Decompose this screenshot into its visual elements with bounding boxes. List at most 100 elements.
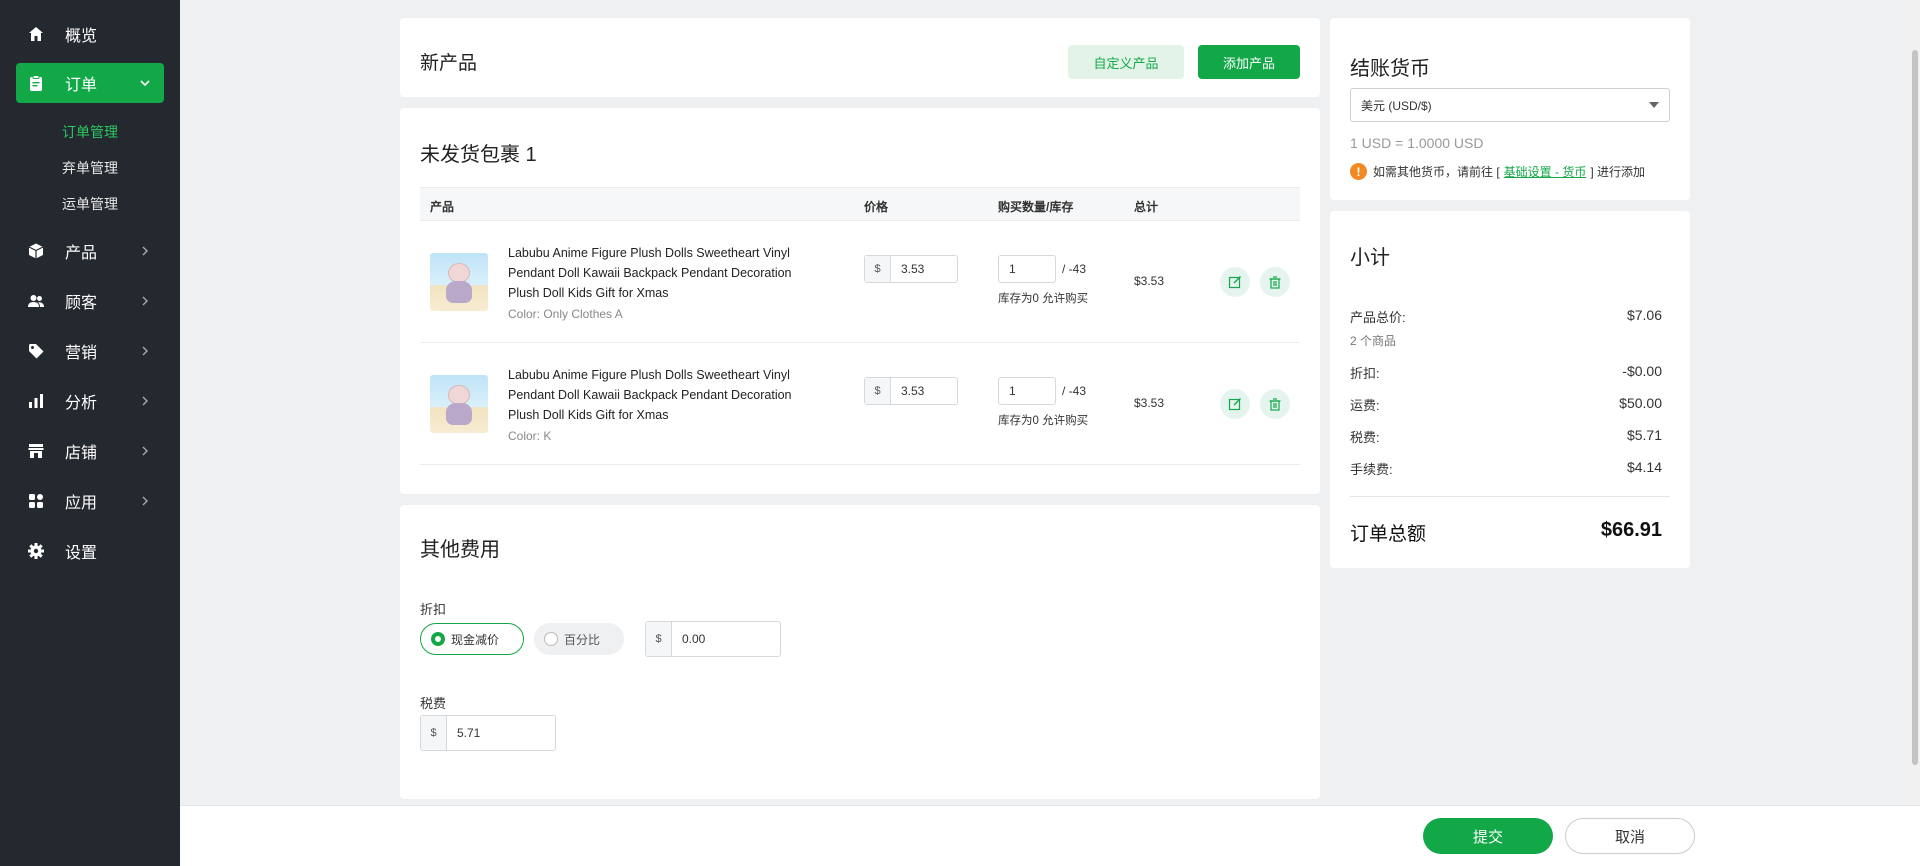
col-product: 产品 [430,200,455,214]
quantity-value: 1 [1009,384,1016,398]
quantity-value: 1 [1009,262,1016,276]
product-total-row: 产品总价: $7.06 [1350,307,1662,326]
col-price: 价格 [864,200,889,214]
edit-icon [1228,398,1241,411]
delete-button[interactable] [1260,389,1290,419]
nav-products[interactable]: 产品 [16,231,164,271]
chevron-right-icon [142,296,148,306]
currency-select[interactable]: 美元 (USD/$) [1350,88,1670,122]
nav-orders[interactable]: 订单 [16,63,164,103]
order-total-value: $66.91 [1600,519,1662,541]
price-input[interactable]: $ 3.53 [864,255,958,283]
chevron-down-icon [140,80,150,87]
fee-row: 手续费: $4.14 [1350,459,1662,478]
sidebar: 概览 订单 订单管理 弃单管理 运单管理 产品 顾客 营销 分析 店铺 应用 设… [0,0,180,866]
submit-button[interactable]: 提交 [1423,818,1553,854]
radio-percent[interactable]: 百分比 [534,623,624,655]
nav-apps[interactable]: 应用 [16,481,164,521]
price-value: 3.53 [901,384,925,398]
quantity-input[interactable]: 1 [998,255,1056,283]
nav-overview[interactable]: 概览 [16,14,164,54]
exchange-rate: 1 USD = 1.0000 USD [1350,135,1484,151]
nav-settings[interactable]: 设置 [16,531,164,571]
nav-apps-label: 应用 [65,495,98,512]
nav-customers-label: 顾客 [65,295,98,312]
unshipped-package-card: 未发货包裹 1 产品 价格 购买数量/库存 总计 Labubu Anime Fi… [400,108,1320,494]
radio-percent-label: 百分比 [564,632,601,647]
currency-prefix: $ [865,256,891,282]
stock-count: / -43 [1062,384,1087,398]
radio-unchecked-icon [544,632,558,646]
nav-analytics-label: 分析 [65,395,98,412]
package-title: 未发货包裹 1 [420,144,537,166]
currency-prefix: $ [421,716,447,750]
checkout-currency-card: 结账货币 美元 (USD/$) 1 USD = 1.0000 USD ! 如需其… [1330,18,1690,200]
nav-orders-label: 订单 [65,77,98,94]
stock-note: 库存为0 允许购买 [998,293,1089,305]
product-name[interactable]: Labubu Anime Figure Plush Dolls Sweethea… [508,243,808,303]
fee-label: 手续费: [1350,462,1393,477]
nav-overview-label: 概览 [65,28,98,45]
home-icon [27,25,45,43]
currency-note: ! 如需其他货币，请前往 [ 基础设置 - 货币 ] 进行添加 [1350,163,1645,180]
delete-button[interactable] [1260,267,1290,297]
caret-down-icon [1649,102,1659,108]
nav-settings-label: 设置 [65,545,98,562]
shipping-row: 运费: $50.00 [1350,395,1662,414]
box-icon [27,242,45,260]
custom-product-button[interactable]: 自定义产品 [1068,45,1184,79]
currency-settings-link[interactable]: 基础设置 - 货币 [1504,163,1587,180]
currency-prefix: $ [865,378,891,404]
col-qty-stock: 购买数量/库存 [998,200,1074,214]
product-variant: Color: K [508,429,552,443]
discount-value: -$0.00 [1622,363,1662,379]
sub-abandoned-orders[interactable]: 弃单管理 [62,158,118,178]
cancel-button[interactable]: 取消 [1565,818,1695,854]
clipboard-icon [27,74,45,92]
scrollbar[interactable] [1910,0,1920,805]
nav-marketing-label: 营销 [65,345,98,362]
note-suffix: ] 进行添加 [1590,165,1646,179]
edit-button[interactable] [1220,267,1250,297]
other-fees-card: 其他费用 折扣 现金减价 百分比 $ 0.00 税费 $ 5.71 [400,505,1320,799]
apps-icon [27,492,45,510]
chevron-right-icon [142,246,148,256]
fee-value: $4.14 [1626,459,1662,475]
col-total: 总计 [1134,200,1159,214]
new-product-title: 新产品 [420,53,478,74]
nav-store-label: 店铺 [65,445,98,462]
store-icon [27,442,45,460]
divider [1350,496,1670,497]
quantity-input[interactable]: 1 [998,377,1056,405]
discount-label: 折扣: [1350,366,1380,381]
tax-label: 税费 [420,696,447,711]
add-product-button[interactable]: 添加产品 [1198,45,1300,79]
product-image [430,253,488,311]
stock-note: 库存为0 允许购买 [998,415,1089,427]
radio-cash-label: 现金减价 [451,632,500,647]
discount-row: 折扣: -$0.00 [1350,363,1662,382]
product-name[interactable]: Labubu Anime Figure Plush Dolls Sweethea… [508,365,808,425]
nav-customers[interactable]: 顾客 [16,281,164,321]
line-total: $3.53 [1134,396,1165,410]
tax-input[interactable]: $ 5.71 [420,715,556,751]
sub-shipments[interactable]: 运单管理 [62,194,118,214]
sub-order-management[interactable]: 订单管理 [62,122,118,142]
discount-input[interactable]: $ 0.00 [645,621,781,657]
users-icon [27,292,45,310]
edit-button[interactable] [1220,389,1250,419]
radio-cash-discount[interactable]: 现金减价 [420,623,524,655]
tax-row: 税费: $5.71 [1350,427,1662,446]
nav-marketing[interactable]: 营销 [16,331,164,371]
subtotal-title: 小计 [1350,247,1390,269]
order-total-row: 订单总额 $66.91 [1350,519,1662,546]
radio-checked-icon [431,632,445,646]
line-total: $3.53 [1134,274,1165,288]
nav-store[interactable]: 店铺 [16,431,164,471]
scrollbar-thumb[interactable] [1912,50,1918,765]
product-total-label: 产品总价: [1350,310,1406,325]
price-input[interactable]: $ 3.53 [864,377,958,405]
nav-analytics[interactable]: 分析 [16,381,164,421]
chevron-right-icon [142,496,148,506]
checkout-currency-title: 结账货币 [1350,58,1430,80]
